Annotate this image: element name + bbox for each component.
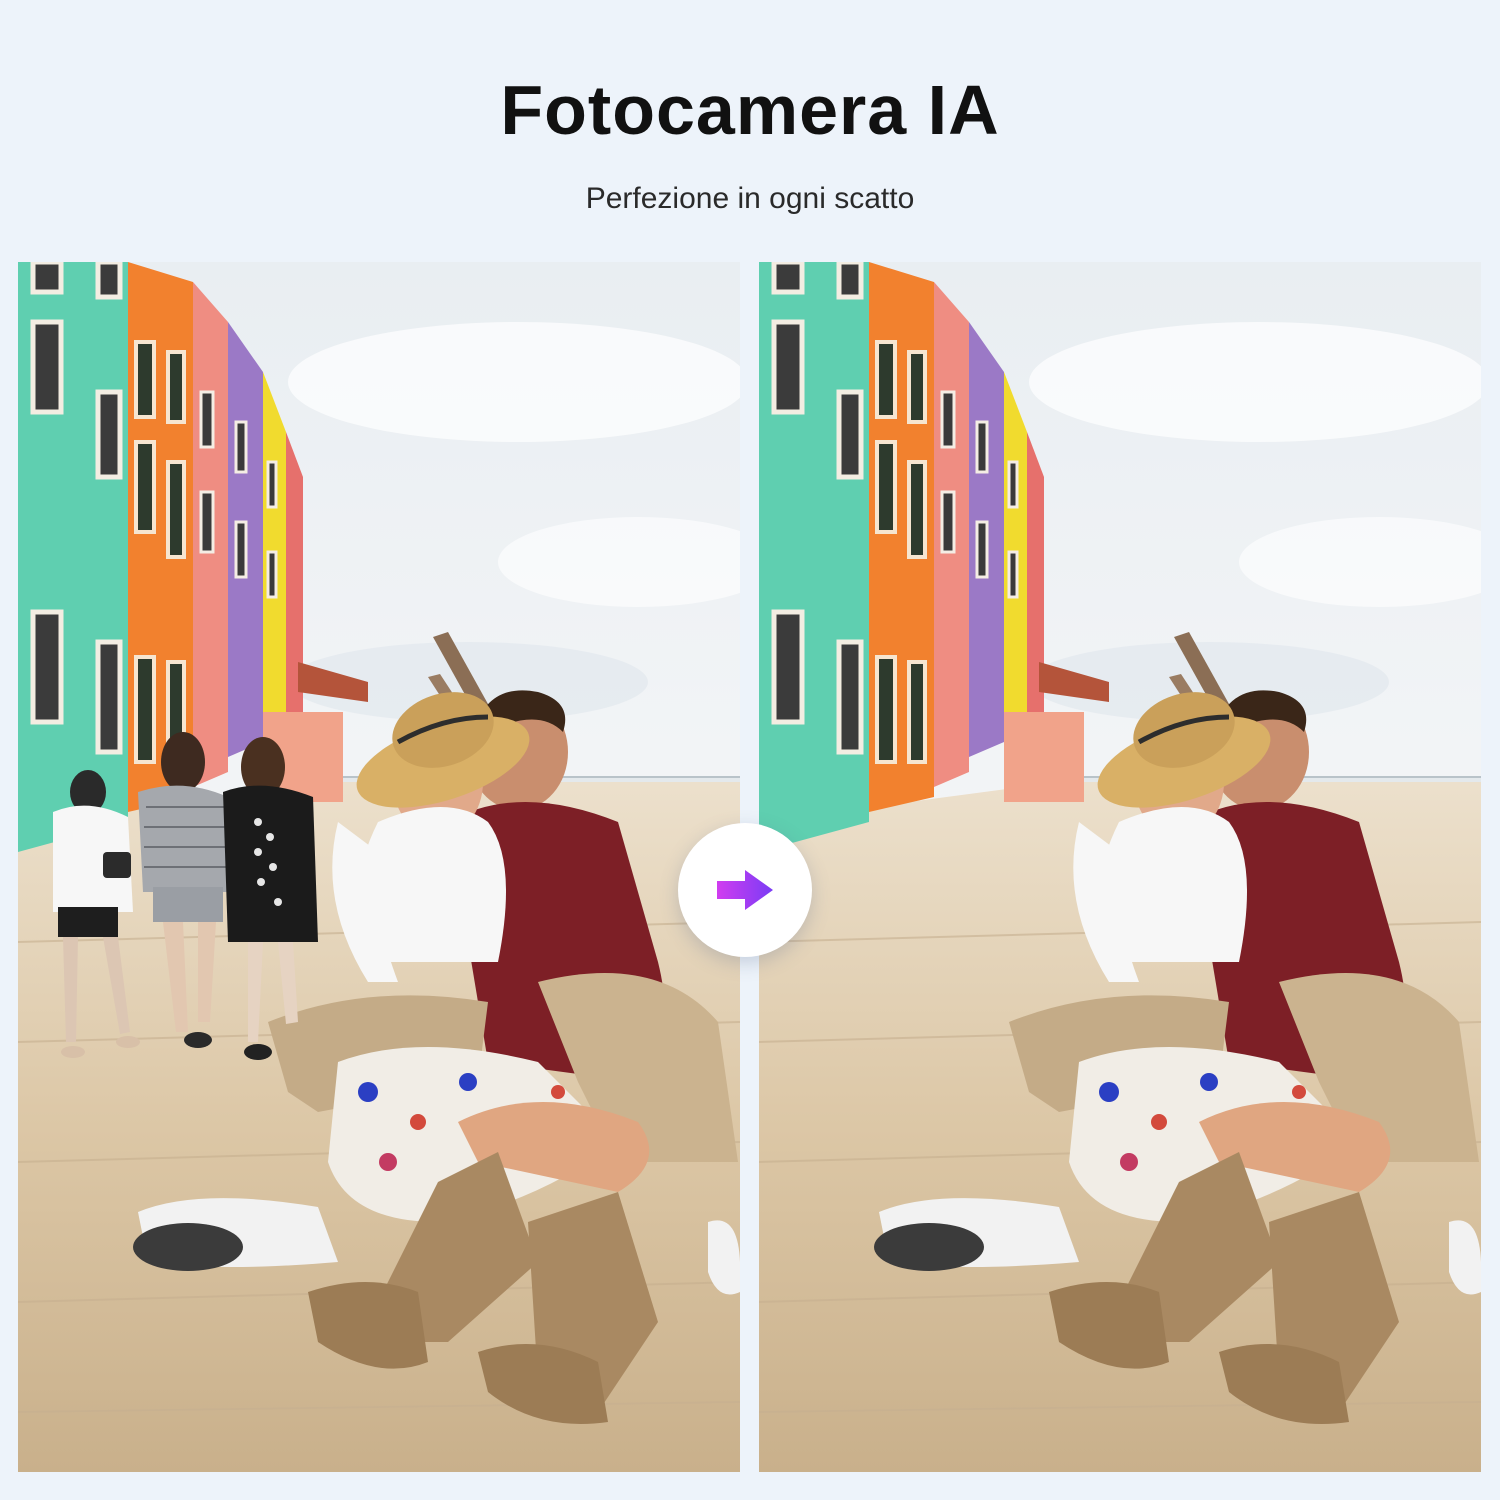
page-subtitle: Perfezione in ogni scatto [585,182,915,215]
before-photo-scene [18,262,740,1472]
page-title: Fotocamera IA [500,71,1000,149]
arrow-badge [678,823,812,957]
after-photo [759,262,1481,1472]
before-photo [18,262,740,1472]
arrow-right-icon [717,870,773,910]
after-photo-scene [759,262,1481,1472]
